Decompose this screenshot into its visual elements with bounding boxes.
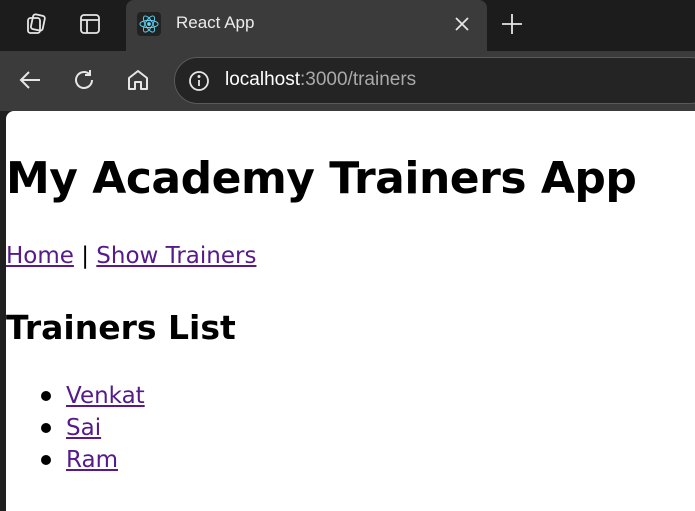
trainers-list-heading: Trainers List bbox=[6, 308, 236, 347]
page-title: My Academy Trainers App bbox=[6, 153, 637, 204]
bullet-icon bbox=[41, 391, 51, 401]
browser-toolbar: localhost:3000/trainers bbox=[0, 51, 695, 111]
vertical-tabs-icon[interactable] bbox=[74, 8, 106, 40]
tab-title: React App bbox=[176, 13, 255, 32]
trainer-link-venkat[interactable]: Venkat bbox=[66, 383, 145, 409]
home-link[interactable]: Home bbox=[6, 243, 74, 269]
nav-separator: | bbox=[81, 243, 89, 269]
list-item: Sai bbox=[6, 412, 145, 444]
close-tab-icon[interactable] bbox=[451, 13, 473, 35]
url-text[interactable]: localhost:3000/trainers bbox=[225, 69, 416, 91]
react-logo-icon bbox=[137, 12, 161, 36]
trainer-link-sai[interactable]: Sai bbox=[66, 415, 101, 441]
site-info-icon[interactable] bbox=[187, 69, 211, 93]
url-host: localhost bbox=[225, 69, 300, 90]
home-icon[interactable] bbox=[121, 63, 155, 97]
tab-strip: React App bbox=[0, 0, 695, 51]
show-trainers-link[interactable]: Show Trainers bbox=[96, 243, 256, 269]
list-item: Ram bbox=[6, 444, 145, 476]
refresh-icon[interactable] bbox=[67, 63, 101, 97]
url-path: :3000/trainers bbox=[300, 69, 417, 90]
page-nav: Home | Show Trainers bbox=[6, 242, 256, 270]
back-arrow-icon[interactable] bbox=[13, 63, 47, 97]
active-tab[interactable]: React App bbox=[126, 0, 487, 51]
bullet-icon bbox=[41, 455, 51, 465]
workspaces-icon[interactable] bbox=[20, 8, 52, 40]
list-item: Venkat bbox=[6, 380, 145, 412]
page-viewport: My Academy Trainers App Home | Show Trai… bbox=[6, 111, 695, 511]
bullet-icon bbox=[41, 423, 51, 433]
trainers-list: Venkat Sai Ram bbox=[6, 380, 145, 476]
new-tab-icon[interactable] bbox=[496, 8, 528, 40]
trainer-link-ram[interactable]: Ram bbox=[66, 447, 118, 473]
address-bar[interactable]: localhost:3000/trainers bbox=[174, 57, 695, 104]
